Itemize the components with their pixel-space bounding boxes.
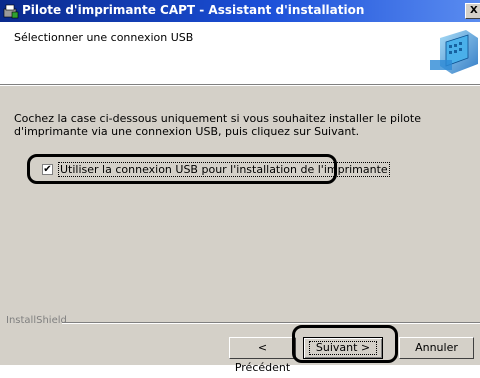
instruction-text: Cochez la case ci-dessous uniquement si … xyxy=(14,112,421,138)
next-button[interactable]: Suivant > xyxy=(303,337,383,359)
wizard-header: Sélectionner une connexion USB xyxy=(0,22,480,84)
cancel-button[interactable]: Annuler xyxy=(399,337,474,359)
installshield-brand: InstallShield xyxy=(6,315,67,326)
checkmark-icon: ✔ xyxy=(43,164,52,175)
next-button-focus-ring xyxy=(309,341,377,355)
usb-connection-checkbox[interactable]: ✔ xyxy=(42,164,53,175)
close-button[interactable]: X xyxy=(465,3,480,19)
installer-app-icon xyxy=(3,4,19,19)
wizard-body: Cochez la case ci-dessous uniquement si … xyxy=(0,86,480,374)
window-titlebar[interactable]: Pilote d'imprimante CAPT - Assistant d'i… xyxy=(0,0,480,22)
usb-checkbox-highlight: ✔ Utiliser la connexion USB pour l'insta… xyxy=(27,154,390,184)
usb-connection-checkbox-label[interactable]: Utiliser la connexion USB pour l'install… xyxy=(58,162,390,177)
footer-divider-highlight xyxy=(62,323,480,324)
computer-installer-graphic-icon xyxy=(430,30,478,74)
previous-button[interactable]: < Précédent xyxy=(229,337,296,374)
window-title: Pilote d'imprimante CAPT - Assistant d'i… xyxy=(22,3,365,17)
step-title: Sélectionner une connexion USB xyxy=(14,31,194,44)
close-icon: X xyxy=(470,5,478,16)
